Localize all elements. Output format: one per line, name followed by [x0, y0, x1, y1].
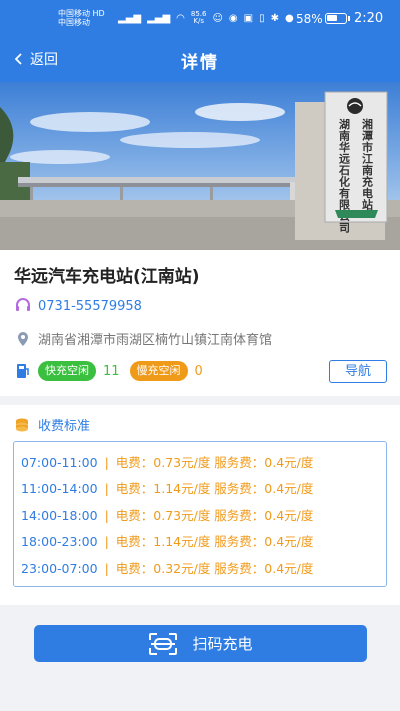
carrier-info: 中国移动 HD 中国移动	[58, 9, 105, 27]
charger-icon	[17, 364, 29, 378]
status-icons: ▂▄▆ ▂▄▆ ◠ 85.6 K/s ☺ ◉ ▣ ▯ ✱ ●	[118, 11, 294, 25]
fee-row: 18:00-23:00 | 电费：1.14元/度 服务费：0.4元/度	[21, 534, 314, 549]
fast-charge-count: 11	[103, 363, 120, 379]
charger-status-row: 快充空闲 11 慢充空闲 0	[14, 361, 203, 381]
wifi-icon: ◠	[176, 12, 185, 24]
phone-row[interactable]: 0731-55579958	[14, 297, 142, 315]
carrier-label-2: 中国移动	[58, 18, 90, 27]
vibrate-icon: ▯	[259, 12, 265, 24]
carrier-label-1: 中国移动 HD	[58, 9, 105, 18]
battery-tip	[348, 16, 350, 21]
fast-charge-badge: 快充空闲	[38, 361, 96, 381]
scan-charge-button[interactable]: 扫码充电	[34, 625, 367, 662]
station-name: 华远汽车充电站(江南站)	[14, 267, 200, 287]
battery-percent: 58%	[296, 12, 323, 26]
battery-icon	[325, 13, 347, 24]
signal-icon: ▂▄▆	[118, 12, 142, 24]
scan-charge-label: 扫码充电	[192, 635, 253, 653]
fee-title: 收费标准	[38, 419, 91, 434]
phone-number[interactable]: 0731-55579958	[38, 299, 142, 314]
fee-title-row: 收费标准	[14, 415, 90, 434]
eye-icon: ◉	[228, 12, 238, 24]
fee-row: 23:00-07:00 | 电费：0.32元/度 服务费：0.4元/度	[21, 561, 314, 576]
fee-row: 14:00-18:00 | 电费：0.73元/度 服务费：0.4元/度	[21, 508, 314, 523]
network-speed: 85.6 K/s	[190, 10, 207, 25]
headset-icon	[16, 298, 30, 311]
face-icon: ☺	[212, 12, 223, 24]
coins-icon	[16, 418, 28, 431]
nav-bar: 返回 详情	[0, 38, 400, 82]
signal-icon-2: ▂▄▆	[147, 12, 171, 24]
station-info-card: 华远汽车充电站(江南站) 0731-55579958 湖南省湘潭市雨湖区楠竹山镇…	[0, 250, 400, 396]
address-text: 湖南省湘潭市雨湖区楠竹山镇江南体育馆	[38, 333, 273, 348]
fee-card: 收费标准 07:00-11:00 | 电费：0.73元/度 服务费：0.4元/度 1…	[0, 405, 400, 605]
address-row: 湖南省湘潭市雨湖区楠竹山镇江南体育馆	[14, 329, 272, 348]
fee-row: 11:00-14:00 | 电费：1.14元/度 服务费：0.4元/度	[21, 481, 314, 496]
location-icon: ●	[285, 12, 294, 24]
fee-row: 07:00-11:00 | 电费：0.73元/度 服务费：0.4元/度	[21, 455, 314, 470]
scan-icon	[149, 632, 178, 655]
nfc-icon: ▣	[243, 12, 254, 24]
status-bar: 中国移动 HD 中国移动 ▂▄▆ ▂▄▆ ◠ 85.6 K/s ☺ ◉ ▣ ▯ ✱…	[0, 0, 400, 38]
fee-table: 07:00-11:00 | 电费：0.73元/度 服务费：0.4元/度 11:00-…	[13, 441, 387, 587]
location-pin-icon	[18, 331, 28, 346]
station-photo: 湖南华远石化有限公司 湘潭市江南充电站	[0, 82, 400, 250]
battery-fill	[327, 15, 337, 21]
bluetooth-icon: ✱	[270, 12, 280, 24]
navigate-button[interactable]: 导航	[329, 360, 387, 383]
clock: 2:20	[354, 11, 384, 26]
page-title: 详情	[181, 53, 219, 73]
slow-charge-badge: 慢充空闲	[129, 361, 188, 381]
slow-charge-count: 0	[194, 363, 203, 379]
sign-text-1: 湘潭市江南充电站	[362, 117, 373, 212]
